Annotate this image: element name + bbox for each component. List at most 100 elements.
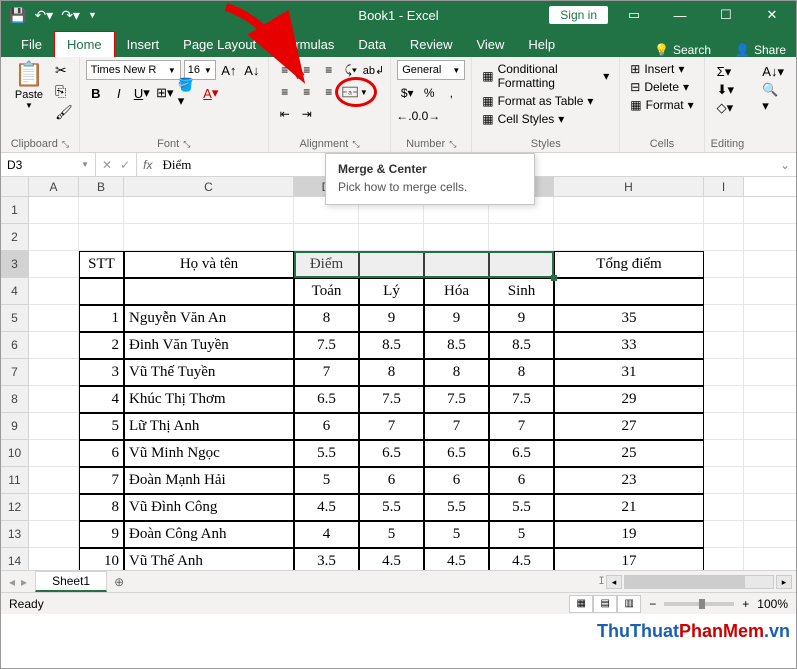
cell[interactable]: 33	[554, 332, 704, 359]
cell[interactable]	[29, 332, 79, 359]
maximize-icon[interactable]: ☐	[706, 1, 746, 29]
cell[interactable]	[29, 224, 79, 251]
fill-icon[interactable]: ⬇▾	[717, 82, 739, 98]
cell[interactable]	[704, 413, 744, 440]
cell[interactable]: 7.5	[294, 332, 359, 359]
worksheet-grid[interactable]: A B C D E F G H I 1234567891011121314 ST…	[1, 177, 796, 570]
conditional-formatting-button[interactable]: ▦Conditional Formatting▾	[478, 60, 613, 92]
cell[interactable]: 9	[489, 305, 554, 332]
page-layout-view-icon[interactable]: ▤	[593, 595, 617, 613]
cell[interactable]: Đoàn Mạnh Hải	[124, 467, 294, 494]
copy-icon[interactable]: ⎘	[55, 83, 73, 100]
cell[interactable]	[704, 521, 744, 548]
cell[interactable]: 7	[424, 413, 489, 440]
cell[interactable]: 19	[554, 521, 704, 548]
zoom-out-icon[interactable]: −	[649, 597, 656, 611]
align-top-icon[interactable]: ≡	[275, 60, 295, 80]
row-header[interactable]: 3	[1, 251, 29, 278]
cell[interactable]	[294, 224, 359, 251]
qat-customize-icon[interactable]: ▼	[88, 10, 97, 20]
tab-help[interactable]: Help	[516, 32, 567, 57]
cell[interactable]: Lý	[359, 278, 424, 305]
cell[interactable]: Đinh Văn Tuyền	[124, 332, 294, 359]
orientation-icon[interactable]: ⤹▾	[341, 60, 361, 80]
cell[interactable]: 23	[554, 467, 704, 494]
cell[interactable]: 8	[359, 359, 424, 386]
merge-center-button[interactable]: a ▼	[341, 82, 369, 102]
row-header[interactable]: 7	[1, 359, 29, 386]
cell[interactable]: 1	[79, 305, 124, 332]
cell[interactable]: 27	[554, 413, 704, 440]
cell[interactable]: 6	[424, 467, 489, 494]
tab-formulas[interactable]: Formulas	[268, 32, 346, 57]
row-header[interactable]: 4	[1, 278, 29, 305]
align-center-icon[interactable]: ≡	[297, 82, 317, 102]
clipboard-launcher-icon[interactable]: ⤡	[62, 139, 69, 150]
cell[interactable]: 5	[489, 521, 554, 548]
autosum-icon[interactable]: Σ▾	[717, 64, 739, 80]
cell[interactable]: 8.5	[489, 332, 554, 359]
cell[interactable]	[704, 467, 744, 494]
cell[interactable]: 9	[79, 521, 124, 548]
scroll-right-icon[interactable]: ▸	[776, 575, 792, 589]
name-box[interactable]: D3▼	[1, 153, 96, 176]
row-header[interactable]: 11	[1, 467, 29, 494]
signin-button[interactable]: Sign in	[549, 6, 608, 24]
increase-indent-icon[interactable]: ⇥	[297, 104, 317, 124]
cell[interactable]: Toán	[294, 278, 359, 305]
cell[interactable]: Sinh	[489, 278, 554, 305]
cell[interactable]	[704, 197, 744, 224]
cell[interactable]: 7	[79, 467, 124, 494]
percent-icon[interactable]: %	[419, 83, 439, 103]
sort-filter-icon[interactable]: A↓▾	[762, 64, 784, 80]
formula-input[interactable]: Điểm	[158, 157, 191, 173]
cell[interactable]: Vũ Thế Anh	[124, 548, 294, 570]
cut-icon[interactable]: ✂	[55, 62, 73, 79]
currency-icon[interactable]: $▾	[397, 83, 417, 103]
cell[interactable]: 4.5	[294, 494, 359, 521]
decrease-indent-icon[interactable]: ⇤	[275, 104, 295, 124]
share-button[interactable]: 👤Share	[735, 43, 786, 57]
row-header[interactable]: 12	[1, 494, 29, 521]
cell[interactable]	[29, 413, 79, 440]
cell[interactable]: 8.5	[424, 332, 489, 359]
col-header-h[interactable]: H	[554, 177, 704, 196]
underline-button[interactable]: U▾	[132, 83, 152, 103]
cell[interactable]: 5	[359, 521, 424, 548]
increase-font-icon[interactable]: A↑	[219, 60, 239, 80]
align-right-icon[interactable]: ≡	[319, 82, 339, 102]
cell[interactable]: Điểm	[294, 251, 359, 278]
row-header[interactable]: 5	[1, 305, 29, 332]
row-header[interactable]: 2	[1, 224, 29, 251]
cell[interactable]: 6.5	[359, 440, 424, 467]
cell[interactable]: 35	[554, 305, 704, 332]
cell[interactable]: 6	[489, 467, 554, 494]
redo-icon[interactable]: ↷▾	[61, 7, 80, 24]
delete-cells-button[interactable]: ⊟Delete▾	[626, 78, 697, 96]
new-sheet-button[interactable]: ⊕	[107, 575, 131, 589]
scroll-left-icon[interactable]: ◂	[606, 575, 622, 589]
cell[interactable]: 4	[79, 386, 124, 413]
decrease-font-icon[interactable]: A↓	[242, 60, 262, 80]
cell[interactable]	[29, 197, 79, 224]
paste-button[interactable]: 📋 Paste ▼	[7, 60, 51, 110]
tell-me-search[interactable]: Search	[673, 43, 711, 57]
cell[interactable]: 7.5	[489, 386, 554, 413]
fill-handle[interactable]	[551, 275, 557, 281]
row-header[interactable]: 8	[1, 386, 29, 413]
zoom-slider[interactable]	[664, 602, 734, 606]
cell[interactable]	[124, 224, 294, 251]
tab-home[interactable]: Home	[54, 31, 115, 57]
cell[interactable]: 2	[79, 332, 124, 359]
cell[interactable]	[124, 197, 294, 224]
cell[interactable]	[79, 278, 124, 305]
save-icon[interactable]: 💾	[9, 7, 26, 24]
cell[interactable]	[29, 251, 79, 278]
cell-styles-button[interactable]: ▦Cell Styles▾	[478, 110, 613, 128]
cancel-formula-icon[interactable]: ✕	[102, 158, 112, 172]
cell[interactable]: 5	[79, 413, 124, 440]
cell[interactable]: 5.5	[424, 494, 489, 521]
cell[interactable]	[704, 548, 744, 570]
tab-file[interactable]: File	[9, 32, 54, 57]
borders-icon[interactable]: ⊞▾	[155, 83, 175, 103]
